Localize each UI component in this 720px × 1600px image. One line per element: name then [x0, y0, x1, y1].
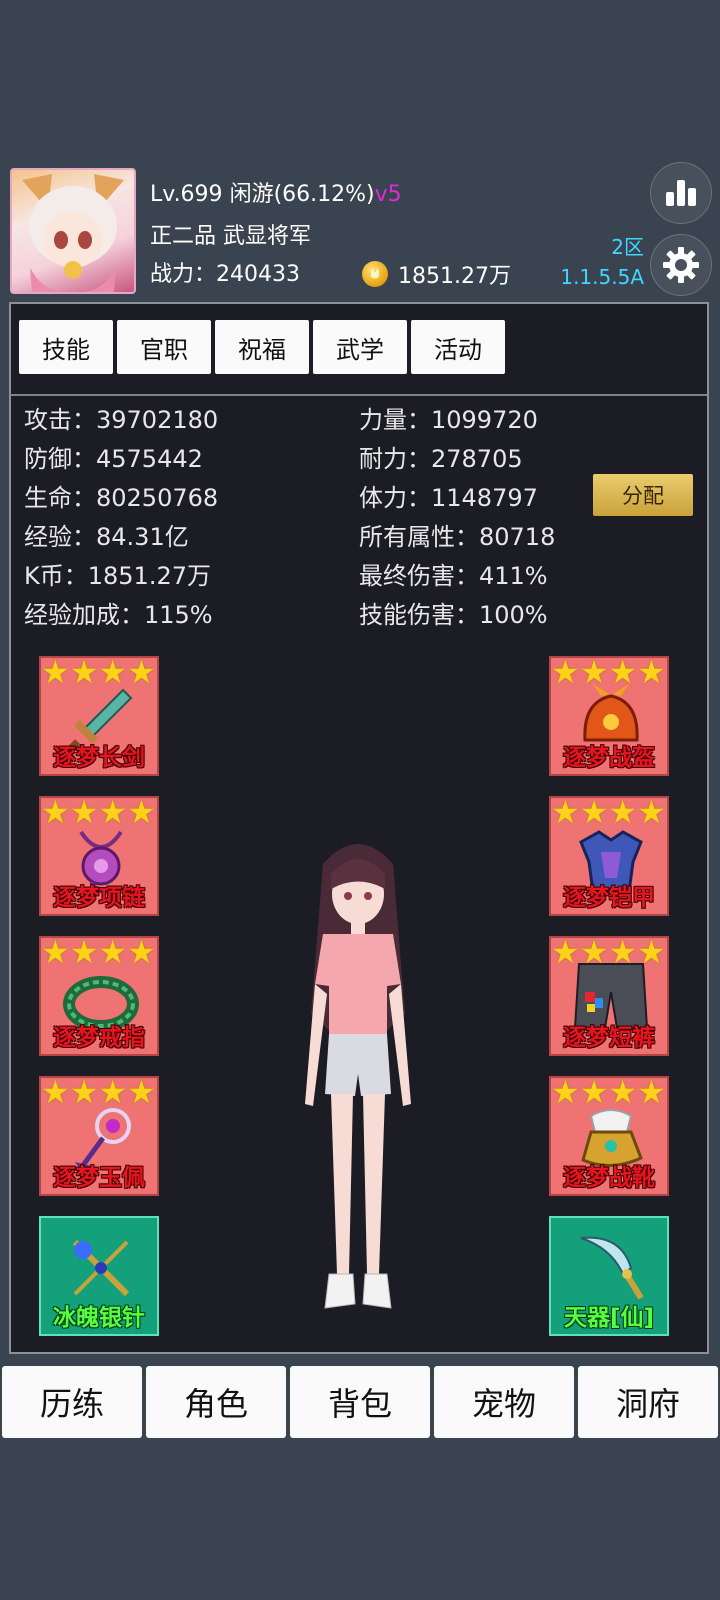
server-zone: 2区: [611, 235, 644, 259]
equip-slot-ring[interactable]: ★ ★ ★ ★ 逐梦戒指: [39, 936, 159, 1056]
equip-name: 逐梦战盔: [563, 745, 655, 771]
allocate-button[interactable]: 分配: [593, 474, 693, 516]
nav-character[interactable]: 角色: [146, 1366, 286, 1438]
tab-blessing[interactable]: 祝福: [215, 320, 309, 374]
equip-slot-jade[interactable]: ★ ★ ★ ★ 逐梦玉佩: [39, 1076, 159, 1196]
combat-power: 战力：240433: [150, 256, 300, 288]
equip-slot-boots[interactable]: ★ ★ ★ ★ 逐梦战靴: [549, 1076, 669, 1196]
equip-slot-helmet[interactable]: ★ ★ ★ ★ 逐梦战盔: [549, 656, 669, 776]
needle-icon: [72, 1239, 130, 1297]
equip-name: 冰魄银针: [53, 1305, 145, 1331]
tabs-bar: 技能 官职 祝福 武学 活动: [11, 304, 707, 396]
star-rating: ★ ★ ★ ★: [41, 656, 156, 691]
coin-amount: 1851.27万: [398, 264, 511, 289]
equip-slot-special-left[interactable]: 冰魄银针: [39, 1216, 159, 1336]
star-rating: ★ ★ ★ ★: [551, 936, 666, 971]
stat-defense: 防御：4575442: [24, 445, 203, 473]
equip-name: 天器[仙]: [563, 1305, 655, 1331]
equip-slot-weapon[interactable]: ★ ★ ★ ★ 逐梦长剑: [39, 656, 159, 776]
official-rank: 正二品: [150, 224, 217, 249]
equip-slot-necklace[interactable]: ★ ★ ★ ★ 逐梦项链: [39, 796, 159, 916]
coin-icon: [362, 261, 388, 287]
stat-hp: 生命：80250768: [24, 484, 219, 512]
stat-attack: 攻击：39702180: [24, 406, 219, 434]
level-status-line: Lv.699 闲游(66.12%)v5: [150, 176, 402, 208]
rank-line: 正二品 武显将军: [150, 218, 311, 250]
coin-balance: 1851.27万: [362, 258, 511, 290]
equip-name: 逐梦项链: [53, 885, 145, 911]
tab-martial[interactable]: 武学: [313, 320, 407, 374]
equip-slot-special-right[interactable]: 天器[仙]: [549, 1216, 669, 1336]
stat-kcoin: K币：1851.27万: [24, 562, 211, 590]
stat-all-attributes: 所有属性：80718: [359, 523, 556, 551]
power-label: 战力：: [150, 262, 217, 287]
equip-name: 逐梦玉佩: [53, 1165, 145, 1191]
character-panel: 技能 官职 祝福 武学 活动 攻击：39702180 防御：4575442 生命…: [9, 302, 709, 1354]
equip-name: 逐梦铠甲: [563, 885, 655, 911]
tab-skills[interactable]: 技能: [19, 320, 113, 374]
bar-chart-icon: [666, 180, 696, 206]
settings-button[interactable]: [650, 234, 712, 296]
tab-events[interactable]: 活动: [411, 320, 505, 374]
gear-icon: [663, 247, 699, 283]
stat-exp: 经验：84.31亿: [24, 523, 189, 551]
character-model: [305, 844, 411, 1309]
star-rating: ★ ★ ★ ★: [551, 656, 666, 691]
stat-final-damage: 最终伤害：411%: [359, 562, 548, 590]
avatar-portrait: [22, 174, 124, 292]
tab-official[interactable]: 官职: [117, 320, 211, 374]
equip-slot-armor[interactable]: ★ ★ ★ ★ 逐梦铠甲: [549, 796, 669, 916]
idle-status: 闲游(66.12%): [229, 182, 375, 207]
player-avatar[interactable]: [10, 168, 136, 294]
star-rating: ★ ★ ★ ★: [41, 796, 156, 831]
stat-stamina: 体力：1148797: [359, 484, 538, 512]
nav-pets[interactable]: 宠物: [434, 1366, 574, 1438]
equip-name: 逐梦戒指: [53, 1025, 145, 1051]
player-level: Lv.699: [150, 182, 223, 207]
vip-badge: v5: [374, 182, 402, 207]
star-rating: ★ ★ ★ ★: [551, 1076, 666, 1111]
star-rating: ★ ★ ★ ★: [551, 796, 666, 831]
official-title: 武显将军: [223, 224, 312, 249]
stat-strength: 力量：1099720: [359, 406, 538, 434]
equip-slot-shorts[interactable]: ★ ★ ★ ★ 逐梦短裤: [549, 936, 669, 1056]
nav-backpack[interactable]: 背包: [290, 1366, 430, 1438]
equip-name: 逐梦长剑: [53, 745, 145, 771]
nav-cave[interactable]: 洞府: [578, 1366, 718, 1438]
star-rating: ★ ★ ★ ★: [41, 1076, 156, 1111]
game-version: 1.1.5.5A: [560, 265, 644, 289]
stat-exp-bonus: 经验加成：115%: [24, 601, 213, 629]
power-value: 240433: [216, 262, 300, 287]
stat-endurance: 耐力：278705: [359, 445, 523, 473]
equip-name: 逐梦战靴: [563, 1165, 655, 1191]
nav-training[interactable]: 历练: [2, 1366, 142, 1438]
server-info: 2区 1.1.5.5A: [560, 232, 644, 292]
blade-icon: [580, 1236, 644, 1300]
stat-skill-damage: 技能伤害：100%: [359, 601, 548, 629]
star-rating: ★ ★ ★ ★: [41, 936, 156, 971]
ranking-button[interactable]: [650, 162, 712, 224]
equip-name: 逐梦短裤: [563, 1025, 655, 1051]
